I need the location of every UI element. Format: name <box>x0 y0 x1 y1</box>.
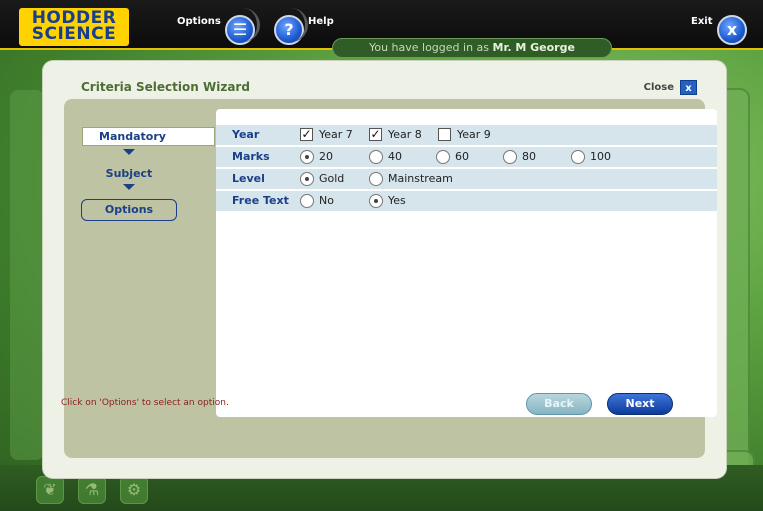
free-text-row: Free Text No Yes <box>216 191 717 212</box>
year-8-label: Year 8 <box>388 128 422 141</box>
free-text-label: Free Text <box>232 194 289 207</box>
year-7-label: Year 7 <box>319 128 353 141</box>
login-status: You have logged in as Mr. M George <box>332 38 612 58</box>
free-text-no-label: No <box>319 194 334 207</box>
free-text-yes-radio[interactable] <box>369 194 383 208</box>
nav-subject[interactable]: Subject <box>84 167 174 180</box>
free-text-yes-label: Yes <box>388 194 406 207</box>
marks-40-label: 40 <box>388 150 402 163</box>
free-text-no-radio[interactable] <box>300 194 314 208</box>
login-prefix: You have logged in as <box>369 41 490 54</box>
close-label[interactable]: Close <box>644 82 674 93</box>
level-mainstream-radio[interactable] <box>369 172 383 186</box>
chevron-down-icon <box>123 149 135 155</box>
magnet-icon: ⚙ <box>120 476 148 504</box>
marks-20-radio[interactable] <box>300 150 314 164</box>
year-label: Year <box>232 128 260 141</box>
level-gold-radio[interactable] <box>300 172 314 186</box>
logo-line-2: SCIENCE <box>31 24 117 44</box>
level-row: Level Gold Mainstream <box>216 169 717 190</box>
year-9-checkbox[interactable] <box>438 128 451 141</box>
help-swoosh <box>288 8 308 42</box>
options-label: Options <box>177 16 221 27</box>
exit-button[interactable]: x <box>717 15 747 45</box>
dialog-title: Criteria Selection Wizard <box>81 80 250 94</box>
marks-20-label: 20 <box>319 150 333 163</box>
chevron-down-icon <box>123 184 135 190</box>
level-label: Level <box>232 172 265 185</box>
background-panel-left <box>10 90 44 460</box>
login-user: Mr. M George <box>492 41 575 54</box>
criteria-panel: Year ✓ Year 7 ✓ Year 8 Year 9 Marks 20 4… <box>216 109 717 417</box>
marks-row: Marks 20 40 60 80 100 <box>216 147 717 168</box>
marks-40-radio[interactable] <box>369 150 383 164</box>
year-9-label: Year 9 <box>457 128 491 141</box>
marks-80-label: 80 <box>522 150 536 163</box>
marks-60-label: 60 <box>455 150 469 163</box>
hodder-science-logo: HODDER SCIENCE <box>19 8 129 46</box>
next-button[interactable]: Next <box>607 393 673 415</box>
flask-icon: ⚗ <box>78 476 106 504</box>
back-button[interactable]: Back <box>526 393 592 415</box>
criteria-dialog: Criteria Selection Wizard Close x Mandat… <box>43 61 726 478</box>
level-gold-label: Gold <box>319 172 345 185</box>
close-icon[interactable]: x <box>680 80 697 95</box>
marks-80-radio[interactable] <box>503 150 517 164</box>
level-mainstream-label: Mainstream <box>388 172 453 185</box>
marks-label: Marks <box>232 150 270 163</box>
marks-100-label: 100 <box>590 150 611 163</box>
help-label: Help <box>308 16 334 27</box>
year-7-checkbox[interactable]: ✓ <box>300 128 313 141</box>
close-icon: x <box>726 20 738 39</box>
leaf-icon: ❦ <box>36 476 64 504</box>
year-row: Year ✓ Year 7 ✓ Year 8 Year 9 <box>216 125 717 146</box>
year-8-checkbox[interactable]: ✓ <box>369 128 382 141</box>
hint-text: Click on 'Options' to select an option. <box>61 398 229 408</box>
nav-options[interactable]: Options <box>81 199 177 221</box>
options-swoosh <box>240 8 260 42</box>
nav-mandatory-tab[interactable]: Mandatory <box>82 127 215 146</box>
marks-60-radio[interactable] <box>436 150 450 164</box>
exit-label: Exit <box>691 16 713 27</box>
marks-100-radio[interactable] <box>571 150 585 164</box>
